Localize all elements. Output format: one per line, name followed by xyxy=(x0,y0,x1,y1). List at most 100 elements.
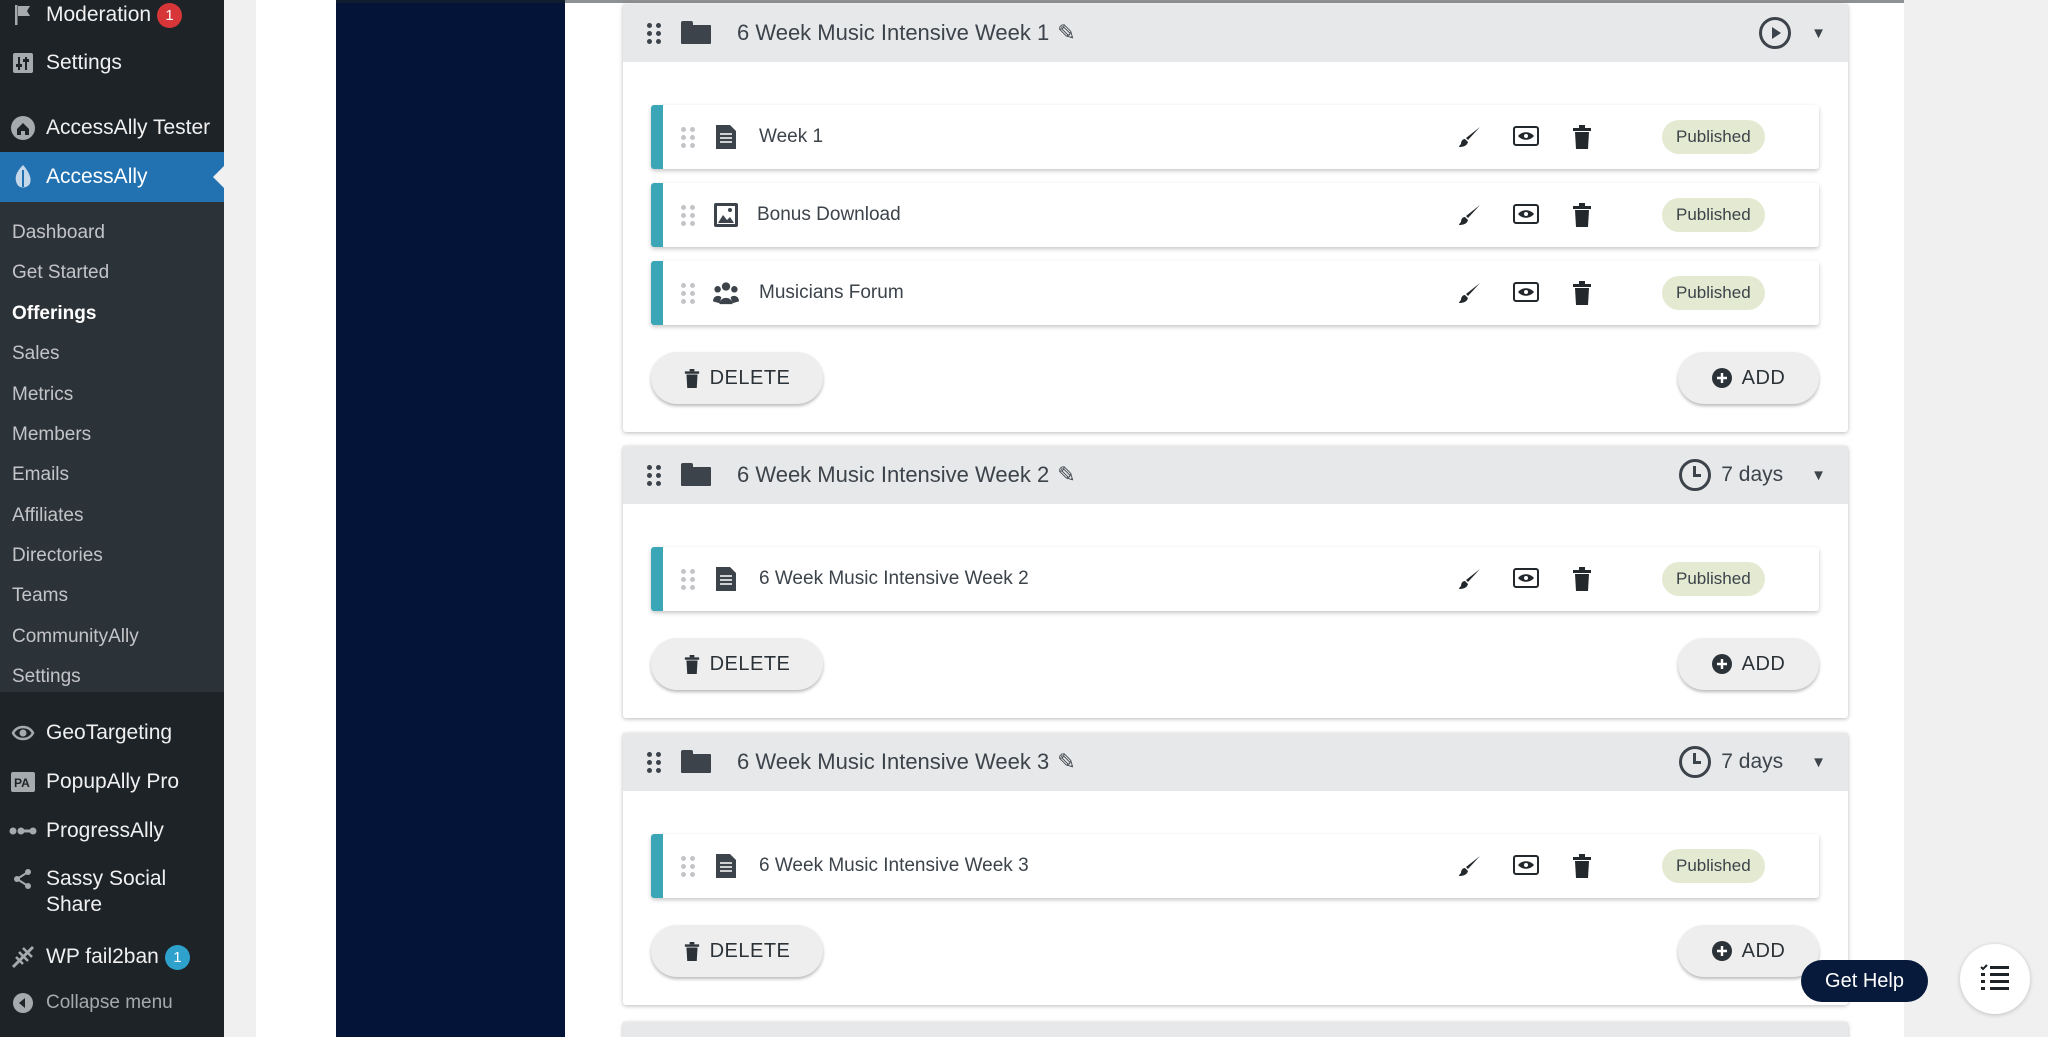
submenu-members[interactable]: Members xyxy=(12,424,91,446)
trash-icon[interactable] xyxy=(1567,200,1597,230)
module-header[interactable] xyxy=(623,1022,1848,1037)
drag-handle-icon[interactable] xyxy=(681,855,695,877)
page-icon xyxy=(713,123,739,151)
list-item[interactable]: Bonus Download Published xyxy=(651,183,1819,247)
drip-days: 7 days xyxy=(1721,463,1784,486)
progress-icon xyxy=(0,825,46,837)
pencil-icon[interactable]: ✎ xyxy=(1057,749,1075,775)
menu-moderation[interactable]: Moderation 1 xyxy=(0,0,224,30)
plus-circle-icon xyxy=(1711,368,1732,388)
submenu-get-started[interactable]: Get Started xyxy=(12,262,109,284)
brush-icon[interactable] xyxy=(1455,564,1485,594)
list-item[interactable]: 6 Week Music Intensive Week 2 Published xyxy=(651,547,1819,611)
list-item[interactable]: Musicians Forum Published xyxy=(651,261,1819,325)
drag-handle-icon[interactable] xyxy=(681,126,695,148)
chevron-down-icon[interactable]: ▼ xyxy=(1811,467,1826,484)
preview-eye-icon[interactable] xyxy=(1511,564,1541,594)
menu-label: PopupAlly Pro xyxy=(46,770,180,793)
menu-label: ProgressAlly xyxy=(46,819,164,842)
delete-module-button[interactable]: DELETE xyxy=(651,638,823,690)
menu-settings[interactable]: Settings xyxy=(0,48,224,78)
trash-icon xyxy=(684,368,700,388)
submenu-communityally[interactable]: CommunityAlly xyxy=(12,626,139,648)
button-label: DELETE xyxy=(709,366,791,389)
brush-icon[interactable] xyxy=(1455,122,1485,152)
accessally-leaf-icon xyxy=(0,164,46,190)
submenu-metrics[interactable]: Metrics xyxy=(12,384,73,406)
settings-sliders-icon xyxy=(0,52,46,74)
chevron-down-icon[interactable]: ▼ xyxy=(1811,754,1826,771)
delete-module-button[interactable]: DELETE xyxy=(651,352,823,404)
menu-geotargeting[interactable]: GeoTargeting xyxy=(0,718,224,748)
menu-wp-fail2ban[interactable]: WP fail2ban 1 xyxy=(0,942,224,972)
trash-icon[interactable] xyxy=(1567,564,1597,594)
submenu-dashboard[interactable]: Dashboard xyxy=(12,222,105,244)
drag-handle-icon[interactable] xyxy=(647,751,661,773)
item-title: Week 1 xyxy=(759,126,824,147)
submenu-offerings[interactable]: Offerings xyxy=(12,303,96,325)
chevron-down-icon[interactable]: ▼ xyxy=(1811,25,1826,42)
preview-eye-icon[interactable] xyxy=(1511,278,1541,308)
pencil-icon[interactable]: ✎ xyxy=(1057,20,1075,46)
page-icon xyxy=(713,565,739,593)
collapse-menu-button[interactable]: Collapse menu xyxy=(0,988,224,1018)
menu-label: AccessAlly xyxy=(46,165,148,188)
module-card-partial xyxy=(623,1022,1848,1037)
trash-icon[interactable] xyxy=(1567,122,1597,152)
preview-eye-icon[interactable] xyxy=(1511,122,1541,152)
trash-icon[interactable] xyxy=(1567,278,1597,308)
drag-handle-icon[interactable] xyxy=(647,464,661,486)
submenu-sales[interactable]: Sales xyxy=(12,343,60,365)
item-title: 6 Week Music Intensive Week 3 xyxy=(759,855,1029,876)
folder-icon xyxy=(681,21,711,45)
menu-progressally[interactable]: ProgressAlly xyxy=(0,816,224,846)
module-title: 6 Week Music Intensive Week 2 xyxy=(737,462,1050,487)
menu-popupally[interactable]: PA PopupAlly Pro xyxy=(0,767,224,797)
status-badge: Published xyxy=(1662,562,1765,596)
list-item[interactable]: 6 Week Music Intensive Week 3 Published xyxy=(651,834,1819,898)
button-label: DELETE xyxy=(709,939,791,962)
checklist-button[interactable] xyxy=(1960,944,2030,1014)
submenu-emails[interactable]: Emails xyxy=(12,464,69,486)
module-header[interactable]: 6 Week Music Intensive Week 3 ✎ 7 days ▼ xyxy=(623,733,1848,791)
submenu-affiliates[interactable]: Affiliates xyxy=(12,505,83,527)
drag-handle-icon[interactable] xyxy=(681,204,695,226)
menu-accessally-tester[interactable]: AccessAlly Tester xyxy=(0,113,224,143)
clock-icon[interactable] xyxy=(1679,746,1712,778)
drag-handle-icon[interactable] xyxy=(681,568,695,590)
submenu-teams[interactable]: Teams xyxy=(12,585,68,607)
preview-eye-icon[interactable] xyxy=(1511,851,1541,881)
drag-handle-icon[interactable] xyxy=(647,22,661,44)
add-item-button[interactable]: ADD xyxy=(1678,925,1819,977)
left-panel xyxy=(336,0,565,1037)
home-icon xyxy=(0,115,46,141)
submenu-directories[interactable]: Directories xyxy=(12,545,103,567)
list-item[interactable]: Week 1 Published xyxy=(651,105,1819,169)
add-item-button[interactable]: ADD xyxy=(1678,638,1819,690)
submenu-settings[interactable]: Settings xyxy=(12,666,81,688)
preview-eye-icon[interactable] xyxy=(1511,200,1541,230)
button-label: ADD xyxy=(1741,366,1786,389)
module-header[interactable]: 6 Week Music Intensive Week 1 ✎ ▼ xyxy=(623,4,1848,62)
pencil-icon[interactable]: ✎ xyxy=(1057,462,1075,488)
pa-icon: PA xyxy=(0,770,46,794)
brush-icon[interactable] xyxy=(1455,200,1485,230)
item-title: 6 Week Music Intensive Week 2 xyxy=(759,568,1029,589)
module-card: 6 Week Music Intensive Week 3 ✎ 7 days ▼… xyxy=(623,733,1848,1005)
menu-accessally[interactable]: AccessAlly xyxy=(0,152,224,202)
status-badge: Published xyxy=(1662,849,1765,883)
menu-sassy-social-share[interactable]: Sassy Social Share xyxy=(0,866,224,922)
drag-handle-icon[interactable] xyxy=(681,282,695,304)
brush-icon[interactable] xyxy=(1455,851,1485,881)
add-item-button[interactable]: ADD xyxy=(1678,352,1819,404)
item-title: Musicians Forum xyxy=(759,282,904,303)
get-help-button[interactable]: Get Help xyxy=(1801,960,1928,1002)
brush-icon[interactable] xyxy=(1455,278,1485,308)
play-circle-icon[interactable] xyxy=(1759,17,1792,49)
page-icon xyxy=(713,852,739,880)
delete-module-button[interactable]: DELETE xyxy=(651,925,823,977)
trash-icon[interactable] xyxy=(1567,851,1597,881)
menu-label: WP fail2ban xyxy=(46,945,159,968)
module-header[interactable]: 6 Week Music Intensive Week 2 ✎ 7 days ▼ xyxy=(623,446,1848,504)
clock-icon[interactable] xyxy=(1679,459,1712,491)
